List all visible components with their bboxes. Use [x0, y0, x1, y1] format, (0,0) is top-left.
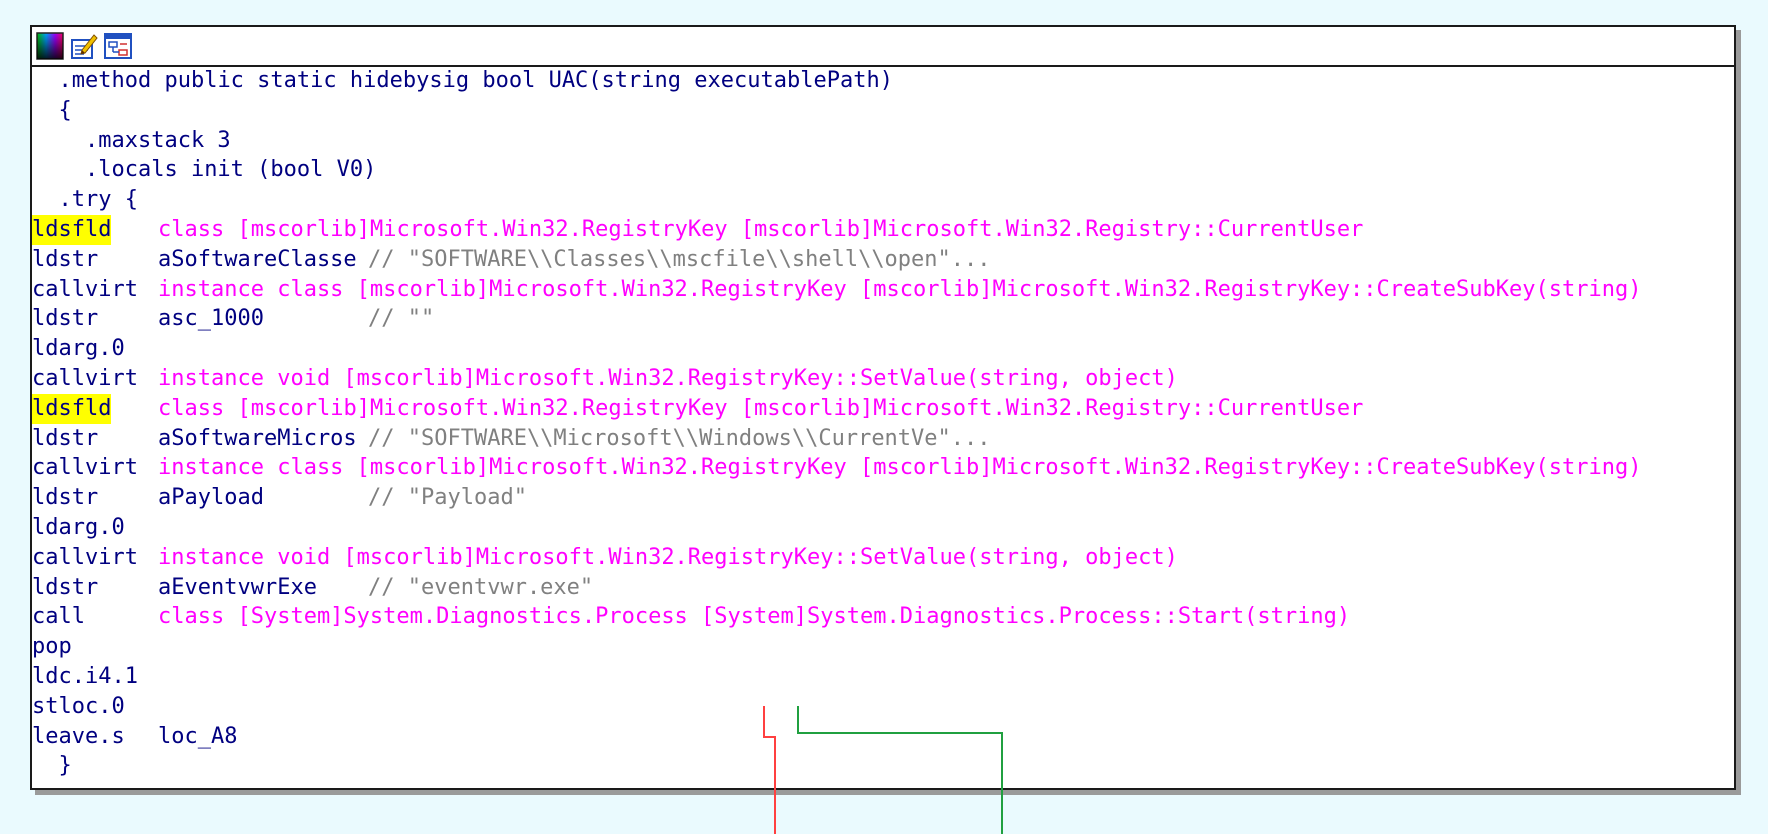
instruction-line[interactable]: ldsfld class [mscorlib]Microsoft.Win32.Re… — [32, 214, 1641, 245]
operand-symbol[interactable]: instance void [mscorlib]Microsoft.Win32.… — [158, 545, 1178, 570]
instruction-comment: // "SOFTWARE\\Classes\\mscfile\\shell\\o… — [368, 246, 991, 272]
instruction-mnemonic[interactable]: ldstr — [32, 573, 158, 603]
instruction-mnemonic[interactable]: pop — [32, 632, 158, 662]
instruction-mnemonic[interactable]: ldstr — [32, 245, 158, 275]
operand-symbol[interactable]: class [mscorlib]Microsoft.Win32.Registry… — [158, 217, 1363, 242]
instruction-mnemonic[interactable]: ldsfld — [32, 214, 112, 245]
operand-name[interactable]: aSoftwareClasse — [158, 245, 368, 275]
instruction-mnemonic[interactable]: leave.s — [32, 722, 158, 752]
open-brace: { — [58, 97, 72, 123]
edit-node-icon[interactable] — [70, 32, 98, 60]
instruction-line[interactable]: ldarg.0 — [32, 334, 1641, 364]
instruction-mnemonic[interactable]: ldstr — [32, 424, 158, 454]
instruction-line[interactable]: ldsfld class [mscorlib]Microsoft.Win32.Re… — [32, 393, 1641, 424]
instruction-mnemonic[interactable]: callvirt — [32, 453, 158, 483]
operand-symbol[interactable]: instance class [mscorlib]Microsoft.Win32… — [158, 277, 1641, 302]
instruction-line[interactable]: ldarg.0 — [32, 513, 1641, 543]
instruction-list: ldsfld class [mscorlib]Microsoft.Win32.Re… — [32, 214, 1641, 752]
instruction-line[interactable]: ldstr aSoftwareClasse// "SOFTWARE\\Classe… — [32, 245, 1641, 275]
operand-symbol[interactable]: class [mscorlib]Microsoft.Win32.Registry… — [158, 396, 1363, 421]
instruction-mnemonic[interactable]: callvirt — [32, 543, 158, 573]
instruction-comment: // "" — [368, 306, 435, 332]
node-graph-icon[interactable] — [104, 32, 132, 60]
operand-symbol[interactable]: instance class [mscorlib]Microsoft.Win32… — [158, 455, 1641, 480]
node-titlebar — [32, 27, 1734, 67]
instruction-line[interactable]: ldstr asc_1000// "" — [32, 304, 1641, 334]
instruction-mnemonic[interactable]: callvirt — [32, 275, 158, 305]
graph-color-icon[interactable] — [36, 32, 64, 60]
instruction-mnemonic[interactable]: ldstr — [32, 304, 158, 334]
instruction-line[interactable]: ldstr aSoftwareMicros// "SOFTWARE\\Micros… — [32, 424, 1641, 454]
graph-node[interactable]: .method public static hidebysig bool UAC… — [30, 25, 1736, 790]
instruction-mnemonic[interactable]: ldc.i4.1 — [32, 662, 158, 692]
locals-directive: .locals init (bool V0) — [84, 157, 377, 183]
instruction-line[interactable]: call class [System]System.Diagnostics.Pro… — [32, 602, 1641, 632]
instruction-mnemonic[interactable]: call — [32, 602, 158, 632]
instruction-mnemonic[interactable]: stloc.0 — [32, 692, 158, 722]
instruction-line[interactable]: callvirt instance void [mscorlib]Microsof… — [32, 543, 1641, 573]
il-disassembly: .method public static hidebysig bool UAC… — [32, 65, 1641, 781]
operand-name[interactable]: asc_1000 — [158, 304, 368, 334]
instruction-comment: // "Payload" — [368, 485, 527, 511]
operand-symbol[interactable]: instance void [mscorlib]Microsoft.Win32.… — [158, 366, 1178, 391]
instruction-line[interactable]: pop — [32, 632, 1641, 662]
instruction-line[interactable]: leave.s loc_A8 — [32, 722, 1641, 752]
instruction-line[interactable]: ldstr aEventvwrExe// "eventvwr.exe" — [32, 573, 1641, 603]
instruction-mnemonic[interactable]: ldarg.0 — [32, 334, 158, 364]
operand-name[interactable]: loc_A8 — [158, 724, 237, 749]
instruction-line[interactable]: callvirt instance void [mscorlib]Microsof… — [32, 364, 1641, 394]
try-directive: .try { — [58, 187, 138, 213]
maxstack-directive: .maxstack 3 — [84, 127, 231, 153]
instruction-line[interactable]: ldstr aPayload// "Payload" — [32, 483, 1641, 513]
instruction-line[interactable]: stloc.0 — [32, 692, 1641, 722]
instruction-mnemonic[interactable]: ldstr — [32, 483, 158, 513]
operand-symbol[interactable]: class [System]System.Diagnostics.Process… — [158, 604, 1350, 629]
instruction-line[interactable]: ldc.i4.1 — [32, 662, 1641, 692]
instruction-mnemonic[interactable]: ldsfld — [32, 393, 112, 424]
instruction-line[interactable]: callvirt instance class [mscorlib]Microso… — [32, 453, 1641, 483]
instruction-mnemonic[interactable]: callvirt — [32, 364, 158, 394]
operand-name[interactable]: aSoftwareMicros — [158, 424, 368, 454]
operand-name[interactable]: aEventvwrExe — [158, 573, 368, 603]
close-brace: } — [58, 753, 72, 779]
operand-name[interactable]: aPayload — [158, 483, 368, 513]
instruction-comment: // "eventvwr.exe" — [368, 574, 594, 600]
method-signature: .method public static hidebysig bool UAC… — [58, 68, 893, 93]
instruction-mnemonic[interactable]: ldarg.0 — [32, 513, 158, 543]
instruction-comment: // "SOFTWARE\\Microsoft\\Windows\\Curren… — [368, 425, 991, 451]
instruction-line[interactable]: callvirt instance class [mscorlib]Microso… — [32, 275, 1641, 305]
